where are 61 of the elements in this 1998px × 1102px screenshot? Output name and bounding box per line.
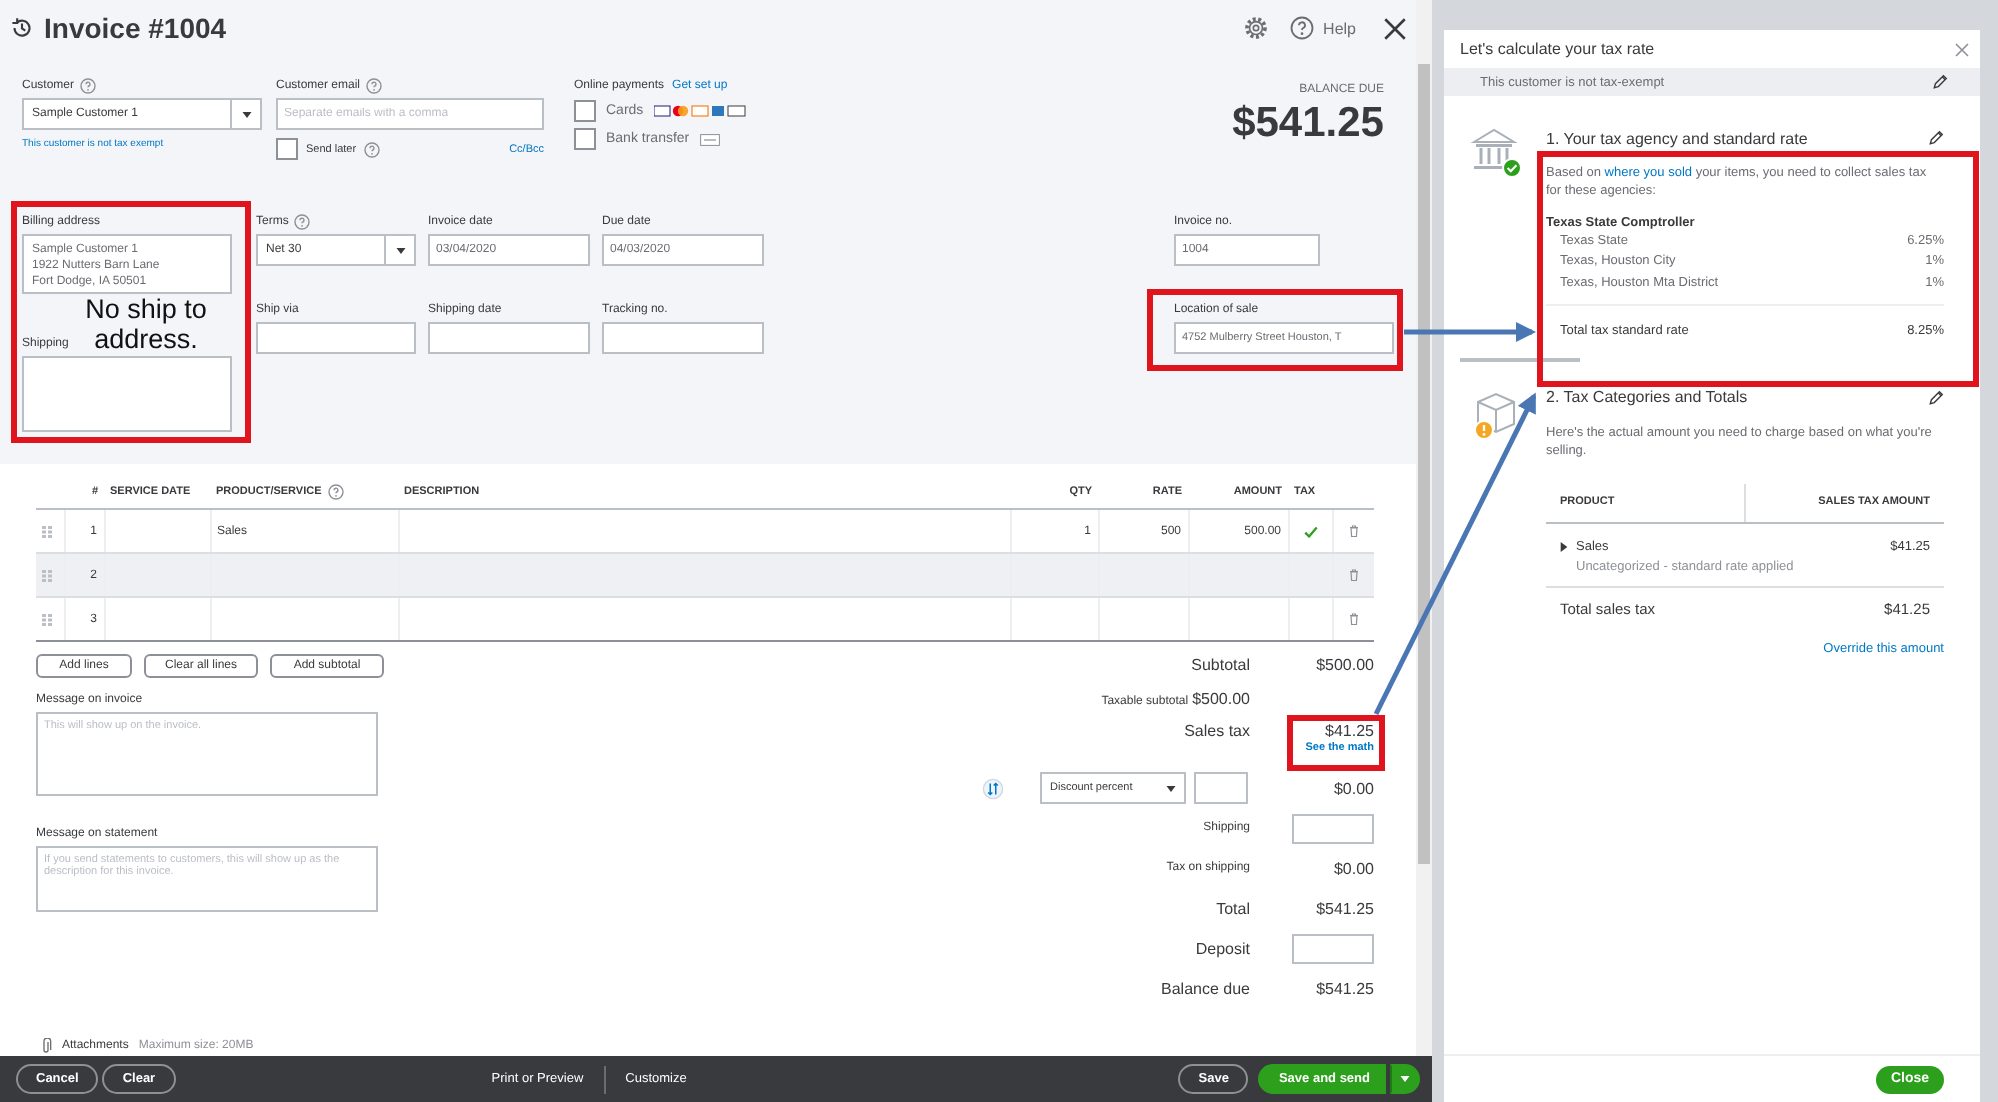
subtotal-label: Subtotal — [1189, 656, 1250, 674]
caret-icon — [1400, 1076, 1410, 1082]
section-title: 2. Tax Categories and Totals — [1546, 388, 1748, 406]
help-icon[interactable] — [294, 213, 311, 229]
tax-on-shipping-value: $0.00 — [1331, 859, 1374, 877]
help-icon[interactable] — [1289, 16, 1314, 40]
sales-tax-label: Sales tax — [1182, 720, 1250, 740]
drag-handle-icon[interactable] — [42, 613, 52, 625]
sales-tax-value: $41.25 — [1325, 722, 1374, 740]
arrow — [1404, 322, 1536, 342]
discount-value: $0.00 — [1331, 779, 1374, 797]
trash-icon[interactable] — [1347, 568, 1360, 582]
help-icon[interactable] — [327, 484, 344, 500]
close-icon[interactable] — [1382, 15, 1408, 41]
help-icon[interactable] — [366, 77, 383, 93]
shipping-address-field[interactable] — [22, 356, 232, 432]
invoice-title: Invoice #1004 — [44, 12, 227, 44]
subtotal-value: $500.00 — [1314, 656, 1374, 674]
section-title: 1. Your tax agency and standard rate — [1546, 129, 1808, 147]
settings-icon[interactable] — [1243, 16, 1268, 40]
drag-handle-icon[interactable] — [42, 569, 52, 581]
paperclip-icon[interactable] — [40, 1038, 52, 1054]
caret-icon — [1165, 785, 1175, 791]
caret-icon — [241, 111, 251, 117]
help-link[interactable]: Help — [1323, 19, 1356, 37]
shipping-amount-field[interactable] — [1292, 813, 1374, 843]
checkbox[interactable] — [276, 138, 298, 160]
text-field[interactable] — [428, 322, 590, 354]
panel-title: Let's calculate your tax rate — [1460, 40, 1655, 58]
balance-due-amount: $541.25 — [1232, 100, 1384, 148]
deposit-label: Deposit — [1193, 939, 1250, 957]
total-value: $541.25 — [1314, 899, 1374, 917]
deposit-field[interactable] — [1292, 933, 1374, 963]
help-icon[interactable] — [80, 77, 97, 93]
checkbox[interactable] — [574, 100, 596, 122]
trash-icon[interactable] — [1347, 524, 1360, 538]
taxable-subtotal-value: $500.00 — [1192, 690, 1250, 708]
text-field[interactable] — [602, 322, 764, 354]
trash-icon[interactable] — [1347, 612, 1360, 626]
card-logos-drawing — [653, 104, 746, 118]
swap-icon[interactable] — [982, 777, 1004, 799]
expand-triangle-icon[interactable] — [1560, 541, 1568, 551]
pencil-icon[interactable] — [1928, 389, 1944, 405]
checkbox[interactable] — [574, 128, 596, 150]
pencil-icon[interactable] — [1928, 130, 1944, 146]
drag-handle-icon[interactable] — [42, 525, 52, 537]
pencil-icon[interactable] — [1932, 74, 1948, 90]
balance-due-value: $541.25 — [1314, 979, 1374, 997]
check-icon[interactable] — [1303, 525, 1317, 537]
highlight-frame — [1287, 715, 1385, 771]
save-and-send-menu-button[interactable] — [1390, 1064, 1420, 1094]
caret-icon — [395, 247, 405, 253]
discount-value-field[interactable] — [1194, 772, 1248, 804]
bank-with-check-icon — [1469, 126, 1521, 178]
balance-due-label: Balance due — [1159, 979, 1250, 997]
annotation-note: No ship to address. — [83, 296, 209, 354]
bank-transfer-logo-icon — [699, 133, 720, 145]
text-field[interactable] — [256, 322, 416, 354]
history-icon[interactable] — [10, 16, 34, 40]
total-label: Total — [1214, 899, 1250, 917]
help-icon[interactable] — [364, 141, 381, 157]
